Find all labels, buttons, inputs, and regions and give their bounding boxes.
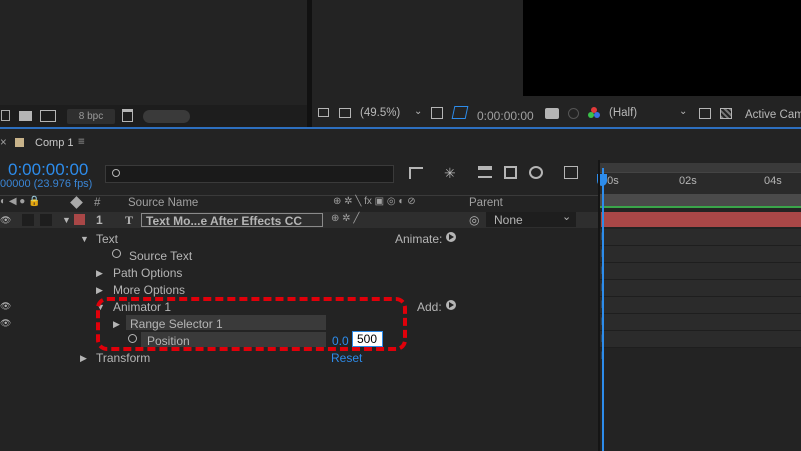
layer-switch-box[interactable]: [40, 214, 52, 226]
work-area-green-line: [600, 206, 801, 208]
transparency-grid-icon[interactable]: [720, 108, 732, 119]
layer-label-color[interactable]: [74, 214, 85, 225]
viewer-timecode[interactable]: 0:00:00:00: [477, 109, 534, 123]
always-preview-icon[interactable]: [318, 108, 329, 117]
panel-menu-icon[interactable]: ≡: [78, 136, 85, 148]
highlight-annotation: [96, 297, 407, 351]
region-of-interest-icon[interactable]: [699, 108, 711, 119]
monitor-icon[interactable]: [339, 108, 351, 118]
timeline-search-input[interactable]: [105, 165, 394, 183]
current-time-indicator[interactable]: [602, 168, 604, 451]
composition-canvas[interactable]: [523, 0, 801, 96]
switches-header-icons: ⊕ ✲ ╲ fx ▣ ◎ ◐ ⊘: [333, 196, 416, 207]
eye-icon[interactable]: 👁: [0, 318, 11, 329]
transform-expand-triangle[interactable]: ▶: [80, 353, 87, 364]
zoom-value: (49.5%): [360, 107, 401, 119]
ruler-tick-2: 02s: [679, 175, 697, 187]
layer-switches[interactable]: ⊕ ✲ ╱: [331, 213, 359, 224]
project-scrollbar[interactable]: [143, 110, 190, 123]
composition-mini-flowchart-icon[interactable]: [409, 167, 423, 179]
interpret-footage-icon[interactable]: [1, 110, 10, 121]
composition-swatch-icon: [15, 138, 24, 147]
graph-editor-icon[interactable]: [564, 166, 578, 179]
track-row: [600, 246, 801, 263]
animate-label: Animate:: [395, 232, 443, 246]
resolution-value: (Half): [609, 107, 638, 119]
current-time-display[interactable]: 0:00:00:00: [8, 160, 88, 180]
column-header-row: [0, 195, 598, 213]
draft-3d-icon[interactable]: ✳: [444, 165, 456, 182]
layer-expand-triangle[interactable]: ▼: [62, 215, 71, 225]
path-options-expand-triangle[interactable]: ▶: [96, 268, 103, 279]
track-row: [600, 229, 801, 246]
project-footer: 8 bpc: [0, 105, 307, 127]
path-options-label: Path Options: [113, 266, 183, 280]
av-switches-header-icon: ◐ ◀ ● 🔒: [0, 196, 41, 207]
track-row: [600, 297, 801, 314]
eye-icon[interactable]: 👁: [0, 215, 11, 226]
source-name-header[interactable]: Source Name: [128, 197, 198, 209]
chevron-down-icon: ⌄: [414, 106, 423, 117]
track-row: [600, 280, 801, 297]
track-row: [600, 331, 801, 348]
trash-icon[interactable]: [122, 109, 133, 122]
safe-zones-icon[interactable]: [431, 107, 443, 119]
track-row: [600, 314, 801, 331]
viewer-toolbar: (49.5%) ⌄ 0:00:00:00 (Half) ⌄ Active Cam…: [312, 103, 801, 127]
parent-header: Parent: [469, 197, 503, 209]
camera-dropdown[interactable]: Active Came: [745, 109, 801, 121]
more-options-expand-triangle[interactable]: ▶: [96, 285, 103, 296]
text-expand-triangle[interactable]: ▼: [80, 234, 89, 244]
reset-link[interactable]: Reset: [331, 351, 362, 365]
time-navigator[interactable]: [600, 163, 801, 172]
search-icon: [112, 169, 120, 177]
new-composition-icon[interactable]: [40, 110, 56, 122]
chevron-down-icon: ⌄: [679, 106, 688, 117]
frame-blending-icon[interactable]: [504, 166, 517, 179]
bit-depth-button[interactable]: 8 bpc: [67, 109, 115, 124]
layer-number-header: #: [94, 197, 101, 209]
parent-value: None: [494, 213, 523, 227]
transform-label: Transform: [96, 351, 151, 365]
timeline-split-divider[interactable]: [598, 160, 600, 451]
layer-switch-box[interactable]: [22, 214, 34, 226]
show-snapshot-icon[interactable]: [568, 108, 579, 119]
resolution-dropdown[interactable]: (Half) ⌄: [609, 106, 689, 123]
frame-rate-label: 00000 (23.976 fps): [0, 178, 93, 190]
channel-icon[interactable]: [588, 107, 600, 119]
layer-number: 1: [96, 213, 103, 227]
close-tab-icon[interactable]: ×: [0, 137, 7, 149]
mask-visibility-icon[interactable]: [451, 106, 469, 119]
text-layer-icon: T: [125, 213, 134, 227]
play-triangle-icon: [449, 302, 454, 308]
shy-layers-icon[interactable]: [478, 166, 492, 178]
add-label: Add:: [417, 300, 442, 314]
eye-icon[interactable]: 👁: [0, 301, 11, 312]
pick-whip-icon[interactable]: ◎: [469, 213, 479, 227]
text-group-label: Text: [96, 232, 119, 246]
zoom-dropdown[interactable]: (49.5%) ⌄: [360, 106, 424, 123]
track-row: [600, 263, 801, 280]
parent-dropdown[interactable]: None ⌄: [486, 211, 576, 227]
ruler-tick-4: 04s: [764, 175, 782, 187]
play-triangle-icon: [449, 234, 454, 240]
motion-blur-icon[interactable]: [529, 166, 543, 179]
layer-name[interactable]: Text Mo...e After Effects CC: [141, 213, 323, 227]
tab-comp-1[interactable]: Comp 1: [35, 137, 74, 149]
more-options-label: More Options: [113, 283, 186, 297]
layer-duration-bar[interactable]: [601, 212, 801, 227]
source-text-label: Source Text: [129, 249, 193, 263]
new-folder-icon[interactable]: [19, 111, 32, 121]
chevron-down-icon: ⌄: [562, 211, 572, 223]
snapshot-icon[interactable]: [545, 108, 559, 119]
stopwatch-icon[interactable]: [112, 249, 121, 258]
